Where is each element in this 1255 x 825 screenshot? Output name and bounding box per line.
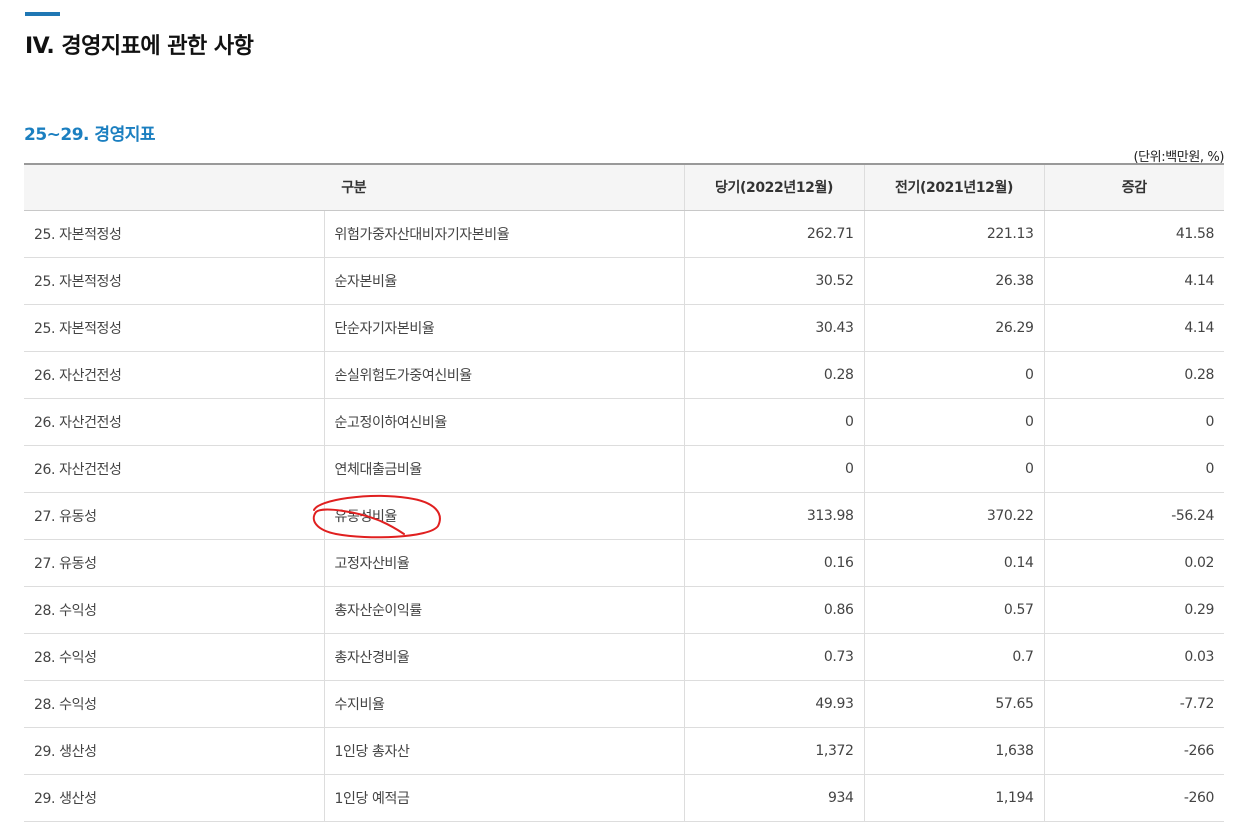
table-row: 25. 자본적정성 순자본비율 30.52 26.38 4.14 (24, 257, 1224, 305)
cell-item: 단순자기자본비율 (323, 304, 684, 352)
cell-current: 0.73 (683, 633, 864, 681)
cell-current: 313.98 (683, 492, 864, 540)
table-row: 25. 자본적정성 단순자기자본비율 30.43 26.29 4.14 (24, 304, 1224, 352)
cell-previous: 0.57 (863, 586, 1044, 634)
cell-category: 26. 자산건전성 (24, 398, 324, 446)
cell-change: 0.29 (1043, 586, 1224, 634)
table-body: 25. 자본적정성 위험가중자산대비자기자본비율 262.71 221.13 41.58… (24, 210, 1224, 822)
header-category: 구분 (24, 163, 684, 211)
cell-category: 27. 유동성 (24, 492, 324, 540)
cell-item: 총자산순이익률 (323, 586, 684, 634)
cell-item: 순자본비율 (323, 257, 684, 305)
table-row: 27. 유동성 유동성비율 313.98 370.22 -56.24 (24, 492, 1224, 540)
cell-item: 총자산경비율 (323, 633, 684, 681)
cell-item: 손실위험도가중여신비율 (323, 351, 684, 399)
cell-previous: 0 (863, 351, 1044, 399)
cell-category: 26. 자산건전성 (24, 351, 324, 399)
table-row: 26. 자산건전성 손실위험도가중여신비율 0.28 0 0.28 (24, 351, 1224, 399)
cell-category: 27. 유동성 (24, 539, 324, 587)
cell-previous: 0 (863, 445, 1044, 493)
cell-previous: 26.29 (863, 304, 1044, 352)
cell-change: 0.28 (1043, 351, 1224, 399)
cell-previous: 1,638 (863, 727, 1044, 775)
cell-category: 28. 수익성 (24, 680, 324, 728)
cell-item: 1인당 예적금 (323, 774, 684, 822)
cell-current: 30.52 (683, 257, 864, 305)
cell-item: 고정자산비율 (323, 539, 684, 587)
cell-category: 28. 수익성 (24, 586, 324, 634)
cell-category: 28. 수익성 (24, 633, 324, 681)
table-row: 25. 자본적정성 위험가중자산대비자기자본비율 262.71 221.13 41.58 (24, 210, 1224, 258)
cell-current: 0 (683, 398, 864, 446)
table-row: 29. 생산성 1인당 총자산 1,372 1,638 -266 (24, 727, 1224, 775)
cell-change: -266 (1043, 727, 1224, 775)
cell-previous: 0 (863, 398, 1044, 446)
cell-current: 49.93 (683, 680, 864, 728)
cell-current: 1,372 (683, 727, 864, 775)
management-indicators-table: 구분 당기(2022년12월) 전기(2021년12월) 증감 25. 자본적정… (24, 163, 1224, 822)
cell-item: 위험가중자산대비자기자본비율 (323, 210, 684, 258)
table-header-row: 구분 당기(2022년12월) 전기(2021년12월) 증감 (24, 163, 1224, 211)
cell-change: 4.14 (1043, 304, 1224, 352)
page-title: IV. 경영지표에 관한 사항 (25, 34, 254, 59)
cell-change: 41.58 (1043, 210, 1224, 258)
cell-category: 25. 자본적정성 (24, 304, 324, 352)
cell-item: 순고정이하여신비율 (323, 398, 684, 446)
cell-previous: 57.65 (863, 680, 1044, 728)
cell-current: 0 (683, 445, 864, 493)
cell-change: 0 (1043, 445, 1224, 493)
cell-current: 0.16 (683, 539, 864, 587)
cell-category: 25. 자본적정성 (24, 210, 324, 258)
cell-change: 0.02 (1043, 539, 1224, 587)
cell-item: 유동성비율 (323, 492, 684, 540)
table-row: 28. 수익성 총자산경비율 0.73 0.7 0.03 (24, 633, 1224, 681)
cell-category: 29. 생산성 (24, 774, 324, 822)
header-change: 증감 (1043, 163, 1224, 211)
table-row: 27. 유동성 고정자산비율 0.16 0.14 0.02 (24, 539, 1224, 587)
cell-category: 29. 생산성 (24, 727, 324, 775)
cell-category: 25. 자본적정성 (24, 257, 324, 305)
cell-change: -7.72 (1043, 680, 1224, 728)
title-accent-bar (25, 12, 60, 16)
header-previous: 전기(2021년12월) (863, 163, 1044, 211)
cell-change: 0 (1043, 398, 1224, 446)
cell-change: 0.03 (1043, 633, 1224, 681)
cell-category: 26. 자산건전성 (24, 445, 324, 493)
table-row: 29. 생산성 1인당 예적금 934 1,194 -260 (24, 774, 1224, 822)
cell-current: 262.71 (683, 210, 864, 258)
cell-change: 4.14 (1043, 257, 1224, 305)
cell-current: 30.43 (683, 304, 864, 352)
table-row: 26. 자산건전성 연체대출금비율 0 0 0 (24, 445, 1224, 493)
table-row: 28. 수익성 총자산순이익률 0.86 0.57 0.29 (24, 586, 1224, 634)
cell-previous: 1,194 (863, 774, 1044, 822)
cell-current: 934 (683, 774, 864, 822)
cell-previous: 26.38 (863, 257, 1044, 305)
cell-previous: 0.7 (863, 633, 1044, 681)
cell-previous: 0.14 (863, 539, 1044, 587)
cell-current: 0.28 (683, 351, 864, 399)
section-title: 25~29. 경영지표 (24, 125, 156, 145)
table-row: 28. 수익성 수지비율 49.93 57.65 -7.72 (24, 680, 1224, 728)
cell-change: -56.24 (1043, 492, 1224, 540)
cell-item: 1인당 총자산 (323, 727, 684, 775)
cell-current: 0.86 (683, 586, 864, 634)
cell-item: 수지비율 (323, 680, 684, 728)
cell-change: -260 (1043, 774, 1224, 822)
header-current: 당기(2022년12월) (683, 163, 864, 211)
cell-previous: 370.22 (863, 492, 1044, 540)
cell-item: 연체대출금비율 (323, 445, 684, 493)
cell-previous: 221.13 (863, 210, 1044, 258)
table-row: 26. 자산건전성 순고정이하여신비율 0 0 0 (24, 398, 1224, 446)
